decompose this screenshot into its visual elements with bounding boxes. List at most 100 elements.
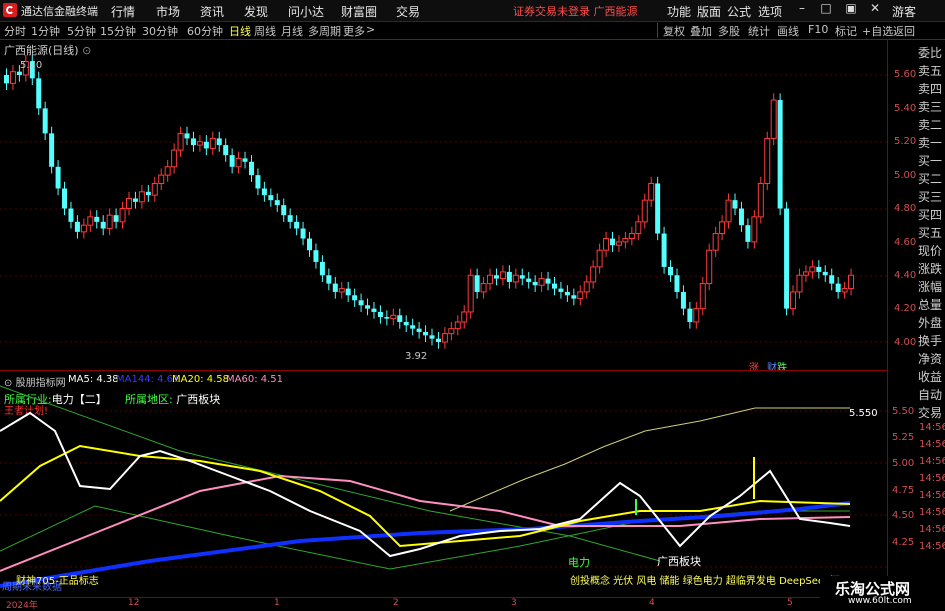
tool-back[interactable]: 返回: [893, 23, 915, 39]
sidebar-item[interactable]: 买四: [918, 206, 945, 224]
candle-body: [196, 141, 203, 146]
power-label: 电力: [568, 556, 590, 569]
time-tick: 14:56: [919, 490, 945, 501]
tool-draw[interactable]: 画线: [777, 23, 799, 39]
period-daily[interactable]: 日线: [229, 23, 251, 39]
candle-body: [164, 166, 171, 176]
candle-body: [281, 205, 287, 216]
candle-body: [699, 283, 706, 310]
board-label: 广西板块: [657, 554, 701, 568]
candle-body: [628, 233, 635, 240]
menu-trade[interactable]: 交易: [396, 3, 420, 20]
tool-f10[interactable]: F10: [808, 23, 828, 36]
candle-body: [184, 133, 190, 139]
candle-body: [448, 328, 455, 335]
candle-body: [377, 311, 383, 317]
menu-options[interactable]: 选项: [758, 3, 782, 20]
tool-overlay[interactable]: 叠加: [690, 23, 712, 39]
period-more[interactable]: 更多: [343, 23, 365, 39]
menu-layout[interactable]: 版面: [697, 3, 721, 20]
period-multi[interactable]: 多周期: [308, 23, 341, 39]
candle-body: [441, 333, 448, 343]
indicator-chart[interactable]: 5.550 电力 广西板块 周期未来数据 财神705-正品标志 创投概念 光伏 …: [0, 371, 887, 597]
sidebar-item[interactable]: 总量: [918, 296, 945, 314]
time-tick: 14:56: [919, 439, 945, 450]
sidebar-item[interactable]: 卖一: [918, 134, 945, 152]
candle-body: [177, 132, 184, 151]
candle-body: [145, 191, 151, 196]
candle-body: [532, 281, 538, 286]
period-60min[interactable]: 60分钟: [187, 23, 223, 39]
menu-market[interactable]: 市场: [156, 3, 180, 20]
candle-body: [242, 158, 248, 162]
candle-body: [87, 216, 94, 226]
menu-quotes[interactable]: 行情: [111, 3, 135, 20]
period-5min[interactable]: 5分钟: [67, 23, 96, 39]
candle-body: [467, 274, 474, 313]
candle-body: [712, 233, 719, 251]
sidebar-item[interactable]: 涨跌: [918, 260, 945, 278]
sidebar-trade[interactable]: 交易: [918, 404, 945, 422]
candle-body: [680, 291, 686, 309]
maximize-icon[interactable]: □: [815, 1, 837, 19]
menu-wealth[interactable]: 财富圈: [341, 3, 377, 20]
candle-body: [558, 288, 564, 292]
restore-icon[interactable]: ▣: [840, 1, 862, 19]
sidebar-item[interactable]: 买二: [918, 170, 945, 188]
sidebar-item[interactable]: 外盘: [918, 314, 945, 332]
sidebar-item[interactable]: 委比: [918, 44, 945, 62]
sidebar-auto[interactable]: 自动: [918, 386, 945, 404]
tool-stats[interactable]: 统计: [748, 23, 770, 39]
close-icon[interactable]: ✕: [864, 1, 886, 19]
sidebar-item[interactable]: 卖五: [918, 62, 945, 80]
sidebar-item[interactable]: 卖三: [918, 98, 945, 116]
stock-name-top: 广西能源: [593, 5, 638, 18]
sidebar-item[interactable]: 卖四: [918, 80, 945, 98]
candle-body: [326, 275, 332, 284]
period-1min[interactable]: 1分钟: [31, 23, 60, 39]
guest-label[interactable]: 游客: [892, 3, 916, 20]
tool-mark[interactable]: 标记: [835, 23, 857, 39]
price-chart[interactable]: 5.70 3.92 涨 财 跌: [0, 40, 887, 370]
sidebar-item[interactable]: 卖二: [918, 116, 945, 134]
menu-function[interactable]: 功能: [667, 3, 691, 20]
candle-body: [223, 145, 229, 156]
candle-body: [4, 75, 9, 84]
candle-body: [835, 283, 841, 292]
sidebar-item[interactable]: 收益: [918, 368, 945, 386]
sidebar-item[interactable]: 买三: [918, 188, 945, 206]
sidebar-item[interactable]: 涨幅: [918, 278, 945, 296]
menu-ask[interactable]: 问小达: [288, 3, 324, 20]
menu-formula[interactable]: 公式: [727, 3, 751, 20]
candle-body: [841, 288, 848, 293]
sidebar-item[interactable]: 现价: [918, 242, 945, 260]
minimize-icon[interactable]: –: [791, 1, 813, 19]
period-30min[interactable]: 30分钟: [142, 23, 178, 39]
menu-discover[interactable]: 发现: [244, 3, 268, 20]
period-weekly[interactable]: 周线: [254, 23, 276, 39]
tool-multistock[interactable]: 多股: [718, 23, 740, 39]
sidebar-item[interactable]: 换手: [918, 332, 945, 350]
login-warning[interactable]: 证券交易未登录 广西能源: [513, 3, 638, 19]
candle-body: [770, 99, 777, 139]
chevron-right-icon[interactable]: >: [366, 23, 375, 36]
tag-die: 跌: [777, 361, 787, 370]
time-tick: 14:56: [919, 524, 945, 535]
quote-sidebar: 委比 卖五 卖四 卖三 卖二 卖一 买一 买二 买三 买四 买五 现价 涨跌 涨…: [918, 40, 945, 384]
candle-body: [687, 308, 693, 322]
tag-zhang: 涨: [749, 362, 759, 370]
candle-body: [784, 208, 790, 309]
sidebar-item[interactable]: 买五: [918, 224, 945, 242]
candle-body: [745, 225, 751, 242]
candle-body: [583, 281, 590, 293]
period-15min[interactable]: 15分钟: [100, 23, 136, 39]
tool-adjust[interactable]: 复权: [663, 23, 685, 39]
sidebar-item[interactable]: 买一: [918, 152, 945, 170]
ind-tick: 5.00: [892, 458, 915, 469]
tool-add-watchlist[interactable]: +自选: [862, 23, 893, 39]
sidebar-item[interactable]: 净资: [918, 350, 945, 368]
period-timeshare[interactable]: 分时: [4, 23, 26, 39]
price-tick: 4.00: [894, 337, 917, 348]
period-monthly[interactable]: 月线: [281, 23, 303, 39]
menu-news[interactable]: 资讯: [200, 3, 224, 20]
